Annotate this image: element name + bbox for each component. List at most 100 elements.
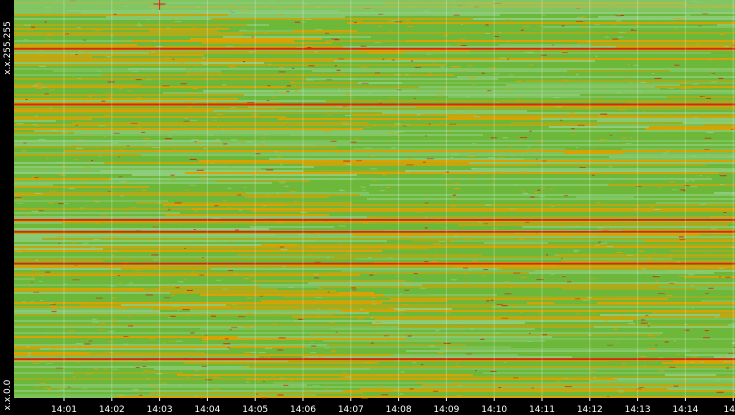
heatmap-speckle — [215, 279, 222, 281]
heatmap-speckle — [187, 377, 190, 379]
heatmap-cell — [352, 114, 476, 116]
heatmap-cell — [557, 36, 735, 38]
heatmap-cell — [14, 114, 352, 116]
heatmap-speckle — [573, 251, 578, 253]
heatmap-speckle — [262, 32, 269, 34]
heatmap-speckle — [438, 240, 446, 242]
heatmap-speckle — [457, 348, 463, 350]
heatmap-cell — [549, 126, 649, 128]
heatmap-speckle — [616, 92, 622, 94]
heatmap-speckle — [72, 376, 76, 378]
heatmap-speckle — [630, 86, 636, 88]
heatmap-cell — [14, 216, 367, 218]
heatmap-speckle — [608, 179, 611, 181]
heatmap-speckle — [295, 74, 303, 76]
heatmap-peak-row — [14, 103, 735, 106]
heatmap-cell — [144, 288, 277, 290]
heatmap-speckle — [16, 202, 24, 204]
heatmap-speckle — [31, 300, 34, 302]
heatmap-speckle — [238, 316, 246, 318]
heatmap-speckle — [615, 15, 622, 17]
heatmap-speckle — [504, 361, 507, 363]
heatmap-speckle — [224, 344, 230, 346]
heatmap-cell — [562, 260, 735, 262]
heatmap-speckle — [617, 246, 625, 248]
heatmap-speckle — [663, 152, 668, 154]
heatmap-cell — [14, 392, 149, 394]
heatmap-speckle — [323, 347, 330, 349]
heatmap-speckle — [498, 311, 504, 313]
heatmap-cell — [166, 214, 329, 216]
heatmap-cell — [655, 86, 686, 88]
heatmap-speckle — [207, 204, 214, 205]
heatmap-speckle — [432, 41, 436, 43]
heatmap-speckle — [128, 90, 132, 92]
heatmap-speckle — [201, 365, 207, 367]
heatmap-speckle — [101, 100, 106, 102]
heatmap-cell — [14, 180, 215, 182]
heatmap-speckle — [678, 236, 684, 238]
heatmap-speckle — [117, 156, 120, 158]
heatmap-speckle — [546, 210, 551, 211]
heatmap-cell — [14, 136, 125, 138]
heatmap-speckle — [435, 330, 440, 332]
heatmap-speckle — [628, 177, 631, 179]
heatmap-speckle — [625, 143, 632, 145]
heatmap-speckle — [229, 166, 232, 168]
heatmap-speckle — [138, 272, 142, 274]
heatmap-cell — [527, 302, 554, 304]
heatmap-speckle — [50, 190, 57, 192]
heatmap-speckle — [126, 145, 130, 147]
heatmap-cell — [595, 60, 735, 62]
heatmap-speckle — [514, 184, 519, 185]
heatmap-speckle — [185, 68, 189, 70]
heatmap-speckle — [401, 353, 408, 355]
heatmap-speckle — [41, 86, 48, 88]
heatmap-cell — [353, 148, 565, 150]
heatmap-speckle — [447, 131, 452, 132]
heatmap-speckle — [25, 213, 30, 215]
heatmap-cell — [199, 160, 735, 162]
heatmap-speckle — [211, 162, 214, 164]
heatmap-cell — [14, 382, 273, 384]
heatmap-cell — [506, 84, 680, 86]
heatmap-speckle — [485, 24, 489, 26]
heatmap-cell — [607, 184, 735, 186]
heatmap-speckle — [151, 250, 158, 252]
heatmap-cell — [14, 348, 40, 350]
heatmap-cell — [14, 160, 199, 162]
heatmap-cell — [14, 148, 353, 150]
heatmap-peak-row-halo — [14, 360, 735, 362]
heatmap-speckle — [705, 58, 711, 60]
heatmap-speckle — [315, 297, 323, 299]
heatmap-speckle — [50, 130, 57, 131]
heatmap-speckle — [589, 278, 597, 280]
heatmap-speckle — [567, 281, 572, 283]
heatmap-speckle — [426, 158, 434, 160]
heatmap-speckle — [139, 390, 143, 392]
heatmap-speckle — [298, 318, 304, 320]
heatmap-speckle — [316, 315, 321, 317]
heatmap-speckle — [723, 150, 729, 151]
heatmap-speckle — [151, 51, 156, 53]
heatmap-cell — [14, 168, 177, 170]
heatmap-speckle — [287, 286, 294, 288]
heatmap-speckle — [27, 355, 31, 356]
heatmap-speckle — [284, 193, 290, 194]
x-tick-label: 14:11 — [529, 405, 555, 415]
heatmap-cell — [14, 108, 277, 110]
heatmap-speckle — [200, 397, 203, 399]
heatmap-speckle — [242, 366, 248, 368]
heatmap-cell — [14, 268, 121, 270]
heatmap-speckle — [371, 155, 375, 157]
heatmap-speckle — [690, 155, 698, 157]
heatmap-speckle — [16, 123, 24, 125]
heatmap-speckle — [581, 26, 587, 28]
heatmap-speckle — [357, 20, 363, 22]
heatmap-speckle — [719, 175, 727, 177]
heatmap-speckle — [315, 92, 319, 94]
heatmap-speckle — [529, 64, 533, 66]
heatmap-speckle — [374, 72, 380, 74]
heatmap-speckle — [457, 395, 461, 397]
heatmap-speckle — [618, 391, 625, 393]
